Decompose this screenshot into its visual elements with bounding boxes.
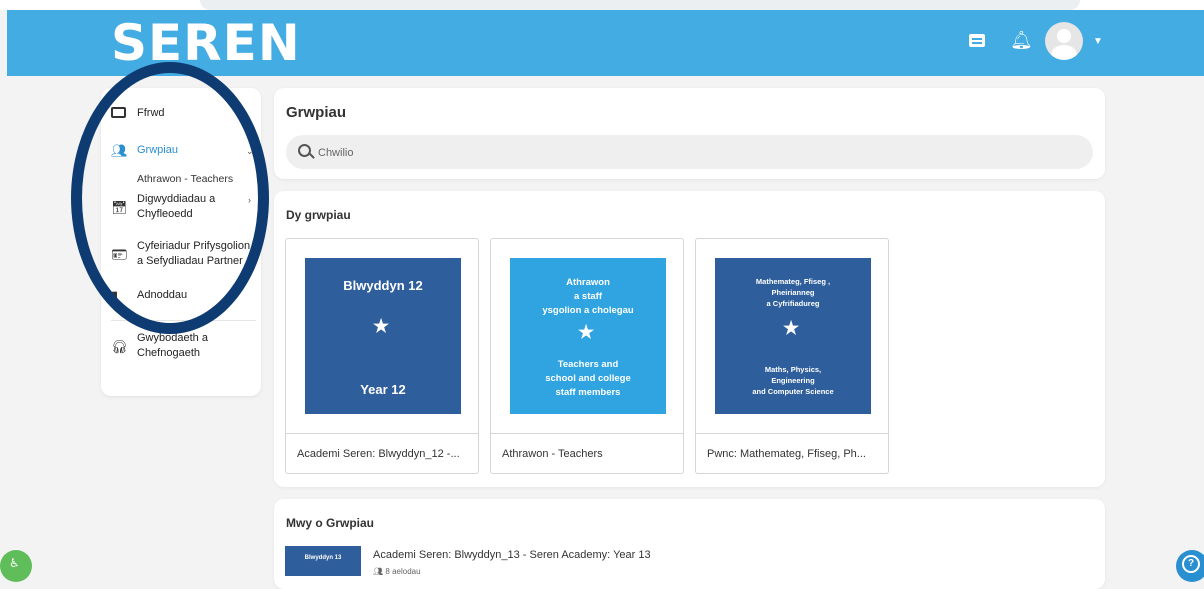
help-icon: ? [1182,555,1200,573]
sidebar-subitem-teachers[interactable]: Athrawon - Teachers [137,173,233,185]
accessibility-button[interactable]: ♿︎ [0,550,32,582]
seren-logo[interactable]: SEREN [111,14,301,72]
star-icon: ★ [373,316,390,336]
people-icon: 👥︎ [111,143,128,158]
more-group-members: 👥︎ 8 aelodau [373,567,421,576]
group-name: Academi Seren: Blwyddyn_12 -... [286,433,478,475]
feed-icon [111,106,129,121]
sidebar-divider [111,320,256,321]
more-groups-heading: Mwy o Grwpiau [286,516,375,530]
group-thumbnail[interactable]: Blwyddyn 13 [285,546,361,576]
my-groups-card: Dy grwpiau Blwyddyn 12 ★ Year 12 Academi… [274,191,1105,487]
group-image: Blwyddyn 12 ★ Year 12 [305,258,461,414]
group-name: Athrawon - Teachers [491,433,683,475]
chat-icon[interactable] [969,34,985,47]
people-icon: 👥︎ [373,567,386,576]
app-header: SEREN 🔔︎ ▼ [7,10,1204,76]
star-icon: ★ [578,322,595,342]
support-icon: 🎧︎ [111,339,128,354]
more-group-title[interactable]: Academi Seren: Blwyddyn_13 - Seren Acade… [373,549,651,561]
my-groups-heading: Dy grwpiau [286,208,351,222]
chevron-down-icon[interactable]: ⌄ [246,146,254,157]
id-card-icon: 🪪︎ [111,247,128,262]
search-input[interactable] [316,143,1020,163]
group-card-subject[interactable]: Mathemateg, Ffiseg , Pheirianneg a Cyfri… [695,238,889,474]
more-groups-card: Mwy o Grwpiau Blwyddyn 13 Academi Seren:… [274,499,1105,589]
bell-icon[interactable]: 🔔︎ [1010,30,1033,51]
group-card-year12[interactable]: Blwyddyn 12 ★ Year 12 Academi Seren: Blw… [285,238,479,474]
search-icon [298,144,311,157]
help-button[interactable]: ? [1176,550,1204,582]
chevron-right-icon[interactable]: › [248,195,251,205]
page-title: Grwpiau [286,104,347,121]
sidebar: Ffrwd 👥︎ Grwpiau ⌄ Athrawon - Teachers 📅… [101,88,261,396]
groups-header-card: Grwpiau [274,88,1105,179]
caret-down-icon[interactable]: ▼ [1093,36,1103,47]
calendar-icon: 📅︎ [111,200,128,215]
group-name: Pwnc: Mathemateg, Ffiseg, Ph... [696,433,888,475]
document-icon: ▮ [111,288,119,303]
top-glow [200,0,1080,10]
group-card-teachers[interactable]: Athrawon a staff ysgolion a cholegau ★ T… [490,238,684,474]
browser-top-strip [0,0,1204,10]
group-image: Mathemateg, Ffiseg , Pheirianneg a Cyfri… [715,258,871,414]
star-icon: ★ [783,318,800,338]
accessibility-icon: ♿︎ [9,556,20,570]
avatar[interactable] [1045,22,1083,60]
search-bar[interactable] [286,135,1093,169]
group-image: Athrawon a staff ysgolion a cholegau ★ T… [510,258,666,414]
